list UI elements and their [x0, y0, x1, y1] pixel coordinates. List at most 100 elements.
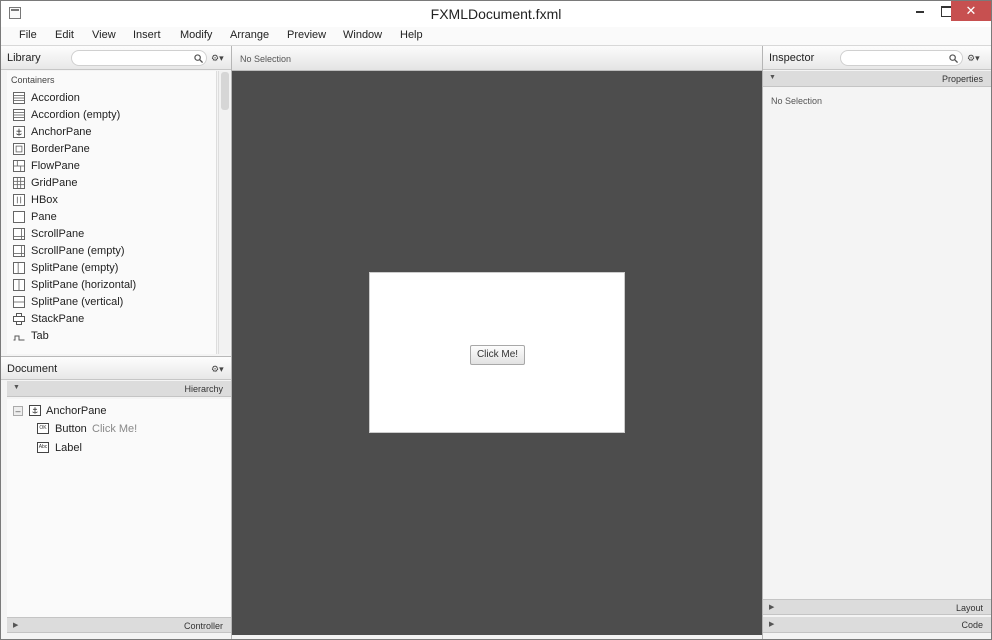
library-item-label: SplitPane (empty) — [31, 262, 119, 274]
tree-row-button[interactable]: OK Button Click Me! — [7, 420, 231, 438]
library-item-borderpane[interactable]: BorderPane — [13, 141, 213, 158]
library-item-label: AnchorPane — [31, 126, 92, 138]
app-window: FXMLDocument.fxml ✕ File Edit View Inser… — [0, 0, 992, 640]
minimize-button[interactable] — [907, 1, 933, 21]
flowpane-icon — [13, 160, 25, 172]
library-item-splitpane-vertical[interactable]: SplitPane (vertical) — [13, 294, 213, 311]
document-hierarchy: – AnchorPane OK Button Click Me! Abc Lab… — [7, 399, 231, 617]
document-title: Document — [7, 363, 58, 375]
document-header: Document ⚙▾ — [1, 356, 231, 380]
search-icon — [194, 54, 203, 63]
menu-help[interactable]: Help — [400, 29, 423, 41]
library-item-label: ScrollPane (empty) — [31, 245, 125, 257]
tree-row-anchorpane[interactable]: – AnchorPane — [7, 402, 231, 420]
properties-section[interactable]: ▼ Properties — [763, 71, 991, 87]
anchor-icon — [13, 126, 25, 138]
library-item-label: Accordion — [31, 92, 80, 104]
menu-bar: File Edit View Insert Modify Arrange Pre… — [1, 27, 991, 46]
hbox-icon — [13, 194, 25, 206]
inspector-gear-icon[interactable]: ⚙▾ — [967, 53, 983, 63]
library-scroll-thumb[interactable] — [221, 72, 229, 110]
scrollpane-icon — [13, 245, 25, 257]
borderpane-icon — [13, 143, 25, 155]
scrollpane-icon — [13, 228, 25, 240]
layout-section[interactable]: ▶ Layout — [763, 599, 991, 615]
hierarchy-section[interactable]: ▼ Hierarchy — [7, 381, 231, 397]
library-header: Library ⚙▾ — [1, 46, 231, 70]
controller-section[interactable]: ▶ Controller — [7, 617, 231, 633]
library-item-flowpane[interactable]: FlowPane — [13, 158, 213, 175]
button-icon: OK — [37, 423, 49, 434]
library-title: Library — [7, 52, 41, 64]
tree-sublabel: Click Me! — [92, 423, 138, 435]
splitpane-icon — [13, 296, 25, 308]
library-search-input[interactable] — [71, 50, 207, 66]
library-item-splitpane-empty[interactable]: SplitPane (empty) — [13, 260, 213, 277]
library-item-accordion-empty[interactable]: Accordion (empty) — [13, 107, 213, 124]
menu-window[interactable]: Window — [343, 29, 382, 41]
library-item-stackpane[interactable]: StackPane — [13, 311, 213, 328]
stackpane-icon — [13, 313, 25, 325]
menu-modify[interactable]: Modify — [180, 29, 212, 41]
library-item-label: FlowPane — [31, 160, 80, 172]
menu-edit[interactable]: Edit — [55, 29, 74, 41]
gridpane-icon — [13, 177, 25, 189]
inspector-search-input[interactable] — [840, 50, 963, 66]
anchorpane-preview[interactable]: Click Me! — [369, 272, 625, 433]
library-item-label: Pane — [31, 211, 57, 223]
menu-preview[interactable]: Preview — [287, 29, 326, 41]
layout-label: Layout — [955, 603, 983, 613]
accordion-icon — [13, 92, 25, 104]
menu-file[interactable]: File — [19, 29, 37, 41]
library-item-label: HBox — [31, 194, 58, 206]
tree-label: AnchorPane — [46, 405, 107, 417]
code-label: Code — [961, 620, 983, 630]
tree-label: Button — [55, 423, 87, 435]
library-item-scrollpane-empty[interactable]: ScrollPane (empty) — [13, 243, 213, 260]
library-item-label: SplitPane (horizontal) — [31, 279, 137, 291]
library-gear-icon[interactable]: ⚙▾ — [211, 53, 227, 63]
tree-expander[interactable]: – — [13, 406, 23, 416]
library-item-label: Tab — [31, 330, 49, 342]
library-item-tab[interactable]: Tab — [13, 328, 213, 345]
library-item-label: Accordion (empty) — [31, 109, 121, 121]
menu-view[interactable]: View — [92, 29, 116, 41]
tree-label: Label — [55, 442, 82, 454]
click-me-button[interactable]: Click Me! — [470, 345, 525, 365]
tree-row-label[interactable]: Abc Label — [7, 439, 231, 457]
library-item-label: GridPane — [31, 177, 78, 189]
code-section[interactable]: ▶ Code — [763, 617, 991, 633]
inspector-header: Inspector ⚙▾ — [763, 46, 991, 70]
expand-triangle-icon: ▶ — [769, 621, 775, 628]
splitpane-icon — [13, 262, 25, 274]
anchorpane-icon — [29, 405, 41, 416]
right-column: Inspector ⚙▾ ▼ Properties No Selection ▶… — [762, 46, 991, 639]
menu-arrange[interactable]: Arrange — [230, 29, 269, 41]
library-item-accordion[interactable]: Accordion — [13, 90, 213, 107]
properties-label: Properties — [941, 74, 983, 84]
library-item-label: StackPane — [31, 313, 85, 325]
library-item-splitpane-horizontal[interactable]: SplitPane (horizontal) — [13, 277, 213, 294]
library-scrollbar[interactable] — [218, 71, 230, 354]
collapse-triangle-icon: ▼ — [13, 384, 20, 391]
hierarchy-label: Hierarchy — [184, 384, 223, 394]
library-item-anchorpane[interactable]: AnchorPane — [13, 124, 213, 141]
close-button[interactable]: ✕ — [951, 1, 991, 21]
library-item-label: ScrollPane — [31, 228, 85, 240]
window-title: FXMLDocument.fxml — [430, 6, 562, 22]
pane-icon — [13, 211, 25, 223]
expand-triangle-icon: ▶ — [769, 604, 775, 611]
inspector-title: Inspector — [769, 52, 815, 64]
inspector-no-selection: No Selection — [771, 96, 823, 106]
label-icon: Abc — [37, 442, 49, 453]
tab-icon — [13, 335, 25, 341]
library-item-hbox[interactable]: HBox — [13, 192, 213, 209]
controller-label: Controller — [183, 621, 223, 631]
library-item-pane[interactable]: Pane — [13, 209, 213, 226]
library-item-scrollpane[interactable]: ScrollPane — [13, 226, 213, 243]
document-gear-icon[interactable]: ⚙▾ — [211, 364, 227, 374]
menu-insert[interactable]: Insert — [133, 29, 161, 41]
library-item-label: BorderPane — [31, 143, 90, 155]
library-category: Containers — [11, 75, 55, 85]
library-item-gridpane[interactable]: GridPane — [13, 175, 213, 192]
